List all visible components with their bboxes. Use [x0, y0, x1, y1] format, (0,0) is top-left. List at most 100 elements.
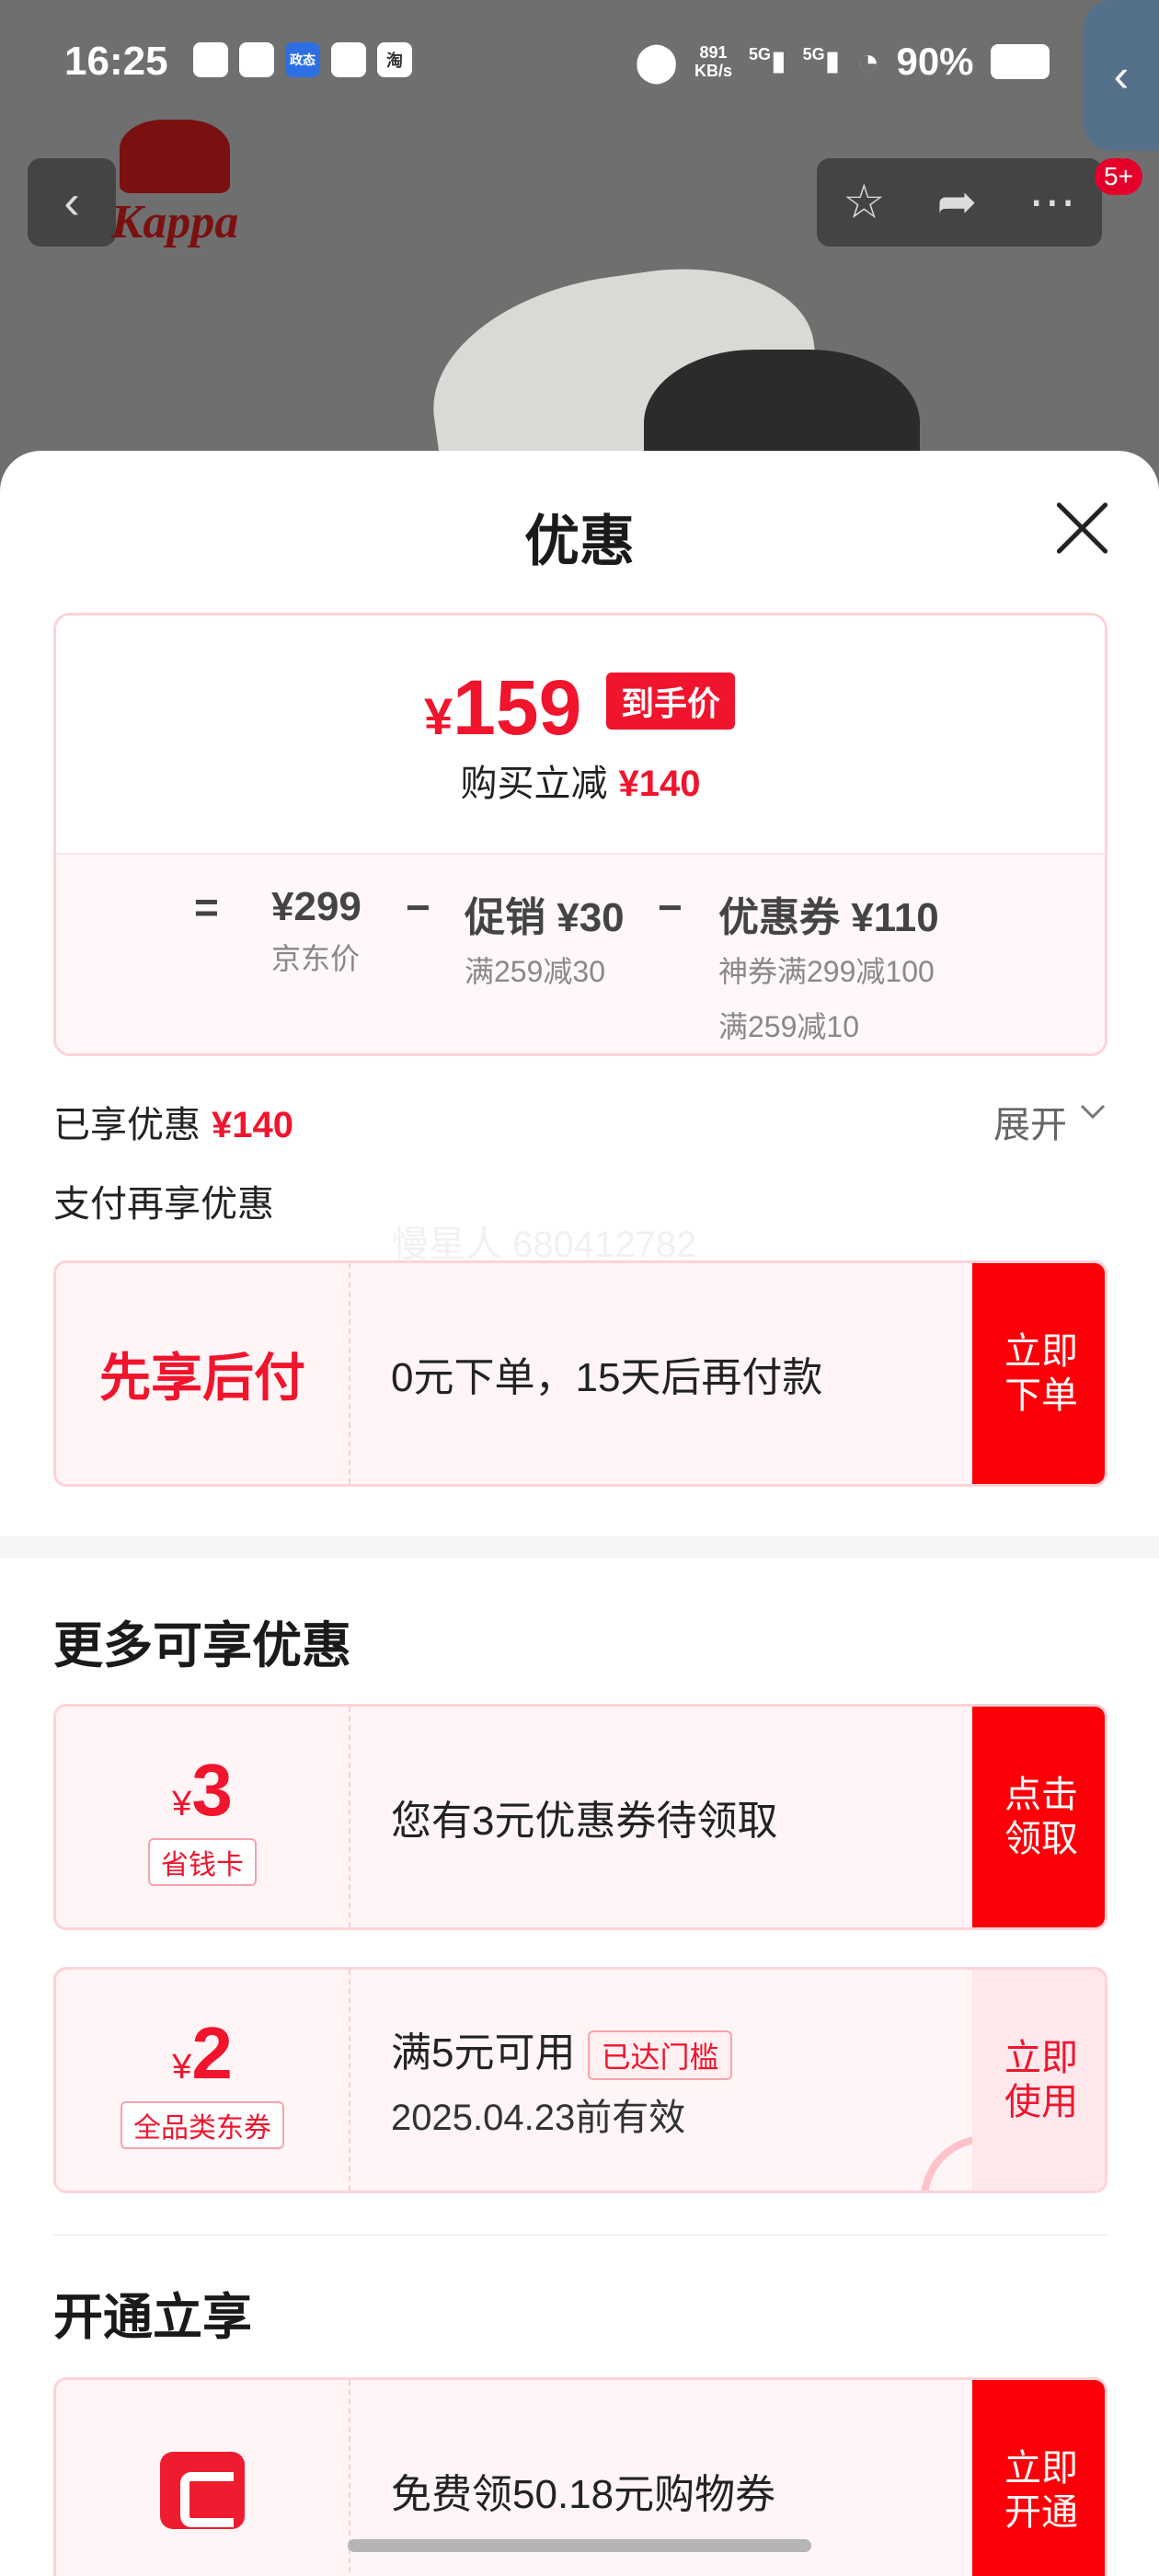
brand-logo: Kappa	[92, 120, 258, 258]
minus-sign: −	[658, 883, 683, 931]
coupon-value: ¥3	[172, 1748, 233, 1833]
open-membership-title: 开通立享	[53, 2290, 252, 2345]
coupon-value-area: ¥2 全品类东券	[56, 1970, 350, 2191]
edge-panel-handle[interactable]: ‹	[1084, 0, 1159, 151]
currency-symbol: ¥	[172, 1785, 192, 1823]
sheet-title: 优惠	[524, 511, 635, 572]
share-icon[interactable]: ➦	[937, 175, 978, 230]
final-price: ¥ 159	[424, 663, 581, 753]
coupon-text: 您有3元优惠券待领取	[391, 1799, 778, 1844]
cta-label: 立即	[1004, 1331, 1078, 1372]
coupon-card[interactable]: ¥2 全品类东券 满5元可用已达门槛 2025.04.23前有效 已领 立即 使…	[53, 1967, 1107, 2193]
chevron-left-icon: ‹	[63, 176, 80, 229]
star-icon[interactable]: ☆	[843, 175, 886, 230]
equals-sign: =	[194, 883, 219, 931]
coupon-text: 满5元可用	[391, 2030, 576, 2076]
final-price-tag: 到手价	[606, 673, 736, 730]
coupon-detail: 满259减10	[718, 1010, 859, 1043]
promo-detail: 满259减30	[465, 955, 605, 988]
cta-label: 点击	[1004, 1775, 1078, 1815]
coupon-caption: 全品类东券	[120, 2101, 284, 2149]
close-icon[interactable]	[1045, 491, 1119, 565]
expand-button[interactable]: 展开	[993, 1095, 1067, 1148]
price-breakdown: = ¥299 京东价 − 促销 ¥30 满259减30 − 优惠券 ¥110 神…	[56, 853, 1105, 1053]
minus-sign: −	[406, 883, 430, 931]
price-summary: ¥ 159 到手价 购买立减 ¥140 = ¥299 京东价 − 促销 ¥30 满…	[53, 613, 1107, 1056]
open-now-button[interactable]: 立即 开通	[972, 2380, 1105, 2576]
coupon-description: 满5元可用 已达门槛 2025.04.23前有效	[391, 1970, 732, 2191]
brand-logo-text: Kappa	[110, 196, 239, 248]
final-price-amount: 159	[453, 664, 582, 751]
coupon-value-area: ¥3 省钱卡	[56, 1707, 350, 1927]
cta-label: 下单	[1004, 1375, 1078, 1416]
pay-later-label: 先享后付	[99, 1348, 305, 1407]
status-indicators: ⬤ 891 KB/s 5G▮ 5G▮ ◔ 90%	[635, 39, 1050, 84]
net-speed: 891 KB/s	[694, 43, 732, 80]
coupon-card[interactable]: ¥3 省钱卡 您有3元优惠券待领取 点击 领取	[53, 1704, 1107, 1930]
more-discounts-title: 更多可享优惠	[53, 1618, 351, 1673]
jd-card-icon	[160, 2452, 245, 2529]
cta-label: 领取	[1004, 1819, 1078, 1859]
coupon-caption: 省钱卡	[148, 1838, 257, 1886]
coupon-detail: 神券满299减100	[718, 955, 935, 988]
order-now-button[interactable]: 立即 下单	[972, 1263, 1105, 1484]
promo-item: 促销 ¥30 满259减30	[465, 884, 625, 991]
use-coupon-button[interactable]: 立即 使用	[972, 1970, 1105, 2191]
reduce-line: 购买立减 ¥140	[56, 753, 1105, 807]
wechat-icon	[239, 42, 274, 77]
coupon-validity: 2025.04.23前有效	[391, 2098, 686, 2139]
taobao-icon: 淘	[377, 42, 412, 77]
app-icon	[331, 42, 366, 77]
coupon-condition: 满5元可用 已达门槛	[391, 2019, 732, 2081]
more-icon[interactable]: ⋯	[1028, 175, 1076, 230]
membership-icon-area	[56, 2380, 350, 2576]
reduce-amount: ¥140	[618, 764, 701, 804]
location-icon: ⬤	[635, 40, 679, 83]
enjoyed-amount: ¥140	[212, 1105, 293, 1145]
cta-label: 使用	[1004, 2082, 1078, 2122]
coupon-amount: 2	[191, 2012, 233, 2094]
currency-symbol: ¥	[172, 2048, 192, 2087]
coupon-description: 您有3元优惠券待领取	[391, 1707, 777, 1927]
status-app-icons: 政态 淘	[193, 42, 412, 77]
cta-label: 立即	[1004, 2038, 1078, 2078]
section-divider	[0, 1536, 1159, 1558]
brand-logo-figure	[120, 120, 230, 193]
cta-label: 开通	[1004, 2492, 1078, 2533]
cta-label: 立即	[1004, 2448, 1078, 2489]
pay-later-card[interactable]: 先享后付 0元下单，15天后再付款 立即 下单	[53, 1260, 1107, 1487]
coupon-amount: 3	[191, 1749, 233, 1831]
pay-later-text: 0元下单，15天后再付款	[391, 1355, 823, 1400]
home-indicator[interactable]	[348, 2539, 811, 2552]
promo-title: 促销 ¥30	[465, 895, 625, 940]
pay-later-description: 0元下单，15天后再付款	[391, 1263, 822, 1484]
coupon-item: 优惠券 ¥110 神券满299减100 满259减10	[718, 884, 939, 1046]
nav-actions: ☆ ➦ ⋯	[817, 158, 1102, 247]
net-speed-unit: KB/s	[694, 61, 733, 80]
pay-section-title: 支付再享优惠	[53, 1184, 274, 1225]
battery-level: 90%	[896, 39, 974, 83]
threshold-tag: 已达门槛	[588, 2030, 732, 2081]
section-divider	[53, 2234, 1107, 2236]
signal-icon: 5G▮	[749, 45, 786, 76]
signal-label: 5G	[802, 45, 825, 63]
status-time: 16:25	[64, 39, 168, 84]
membership-text: 免费领50.18元购物券	[391, 2472, 776, 2517]
chevron-down-icon[interactable]	[1076, 1095, 1109, 1128]
cart-badge: 5+	[1095, 158, 1142, 195]
coupon-value: ¥2	[172, 2011, 233, 2096]
net-speed-value: 891	[699, 42, 728, 62]
signal-label: 5G	[749, 45, 772, 63]
currency-symbol: ¥	[424, 687, 453, 745]
pay-later-label-area: 先享后付	[56, 1263, 350, 1484]
status-bar: 16:25 政态 淘 ⬤ 891 KB/s 5G▮ 5G▮ ◔ 90%	[0, 0, 1159, 129]
signal-icon: 5G▮	[802, 45, 841, 76]
base-price: ¥299	[271, 884, 361, 929]
base-price-item: ¥299 京东价	[271, 884, 361, 978]
final-price-block: ¥ 159 到手价 购买立减 ¥140	[56, 615, 1105, 853]
discount-sheet: 优惠 ¥ 159 到手价 购买立减 ¥140 = ¥299 京东价 − 促销 ¥3…	[0, 451, 1159, 2576]
coupon-title: 优惠券 ¥110	[718, 895, 939, 940]
claim-coupon-button[interactable]: 点击 领取	[972, 1707, 1105, 1927]
app-icon	[193, 42, 228, 77]
base-price-label: 京东价	[271, 942, 361, 975]
